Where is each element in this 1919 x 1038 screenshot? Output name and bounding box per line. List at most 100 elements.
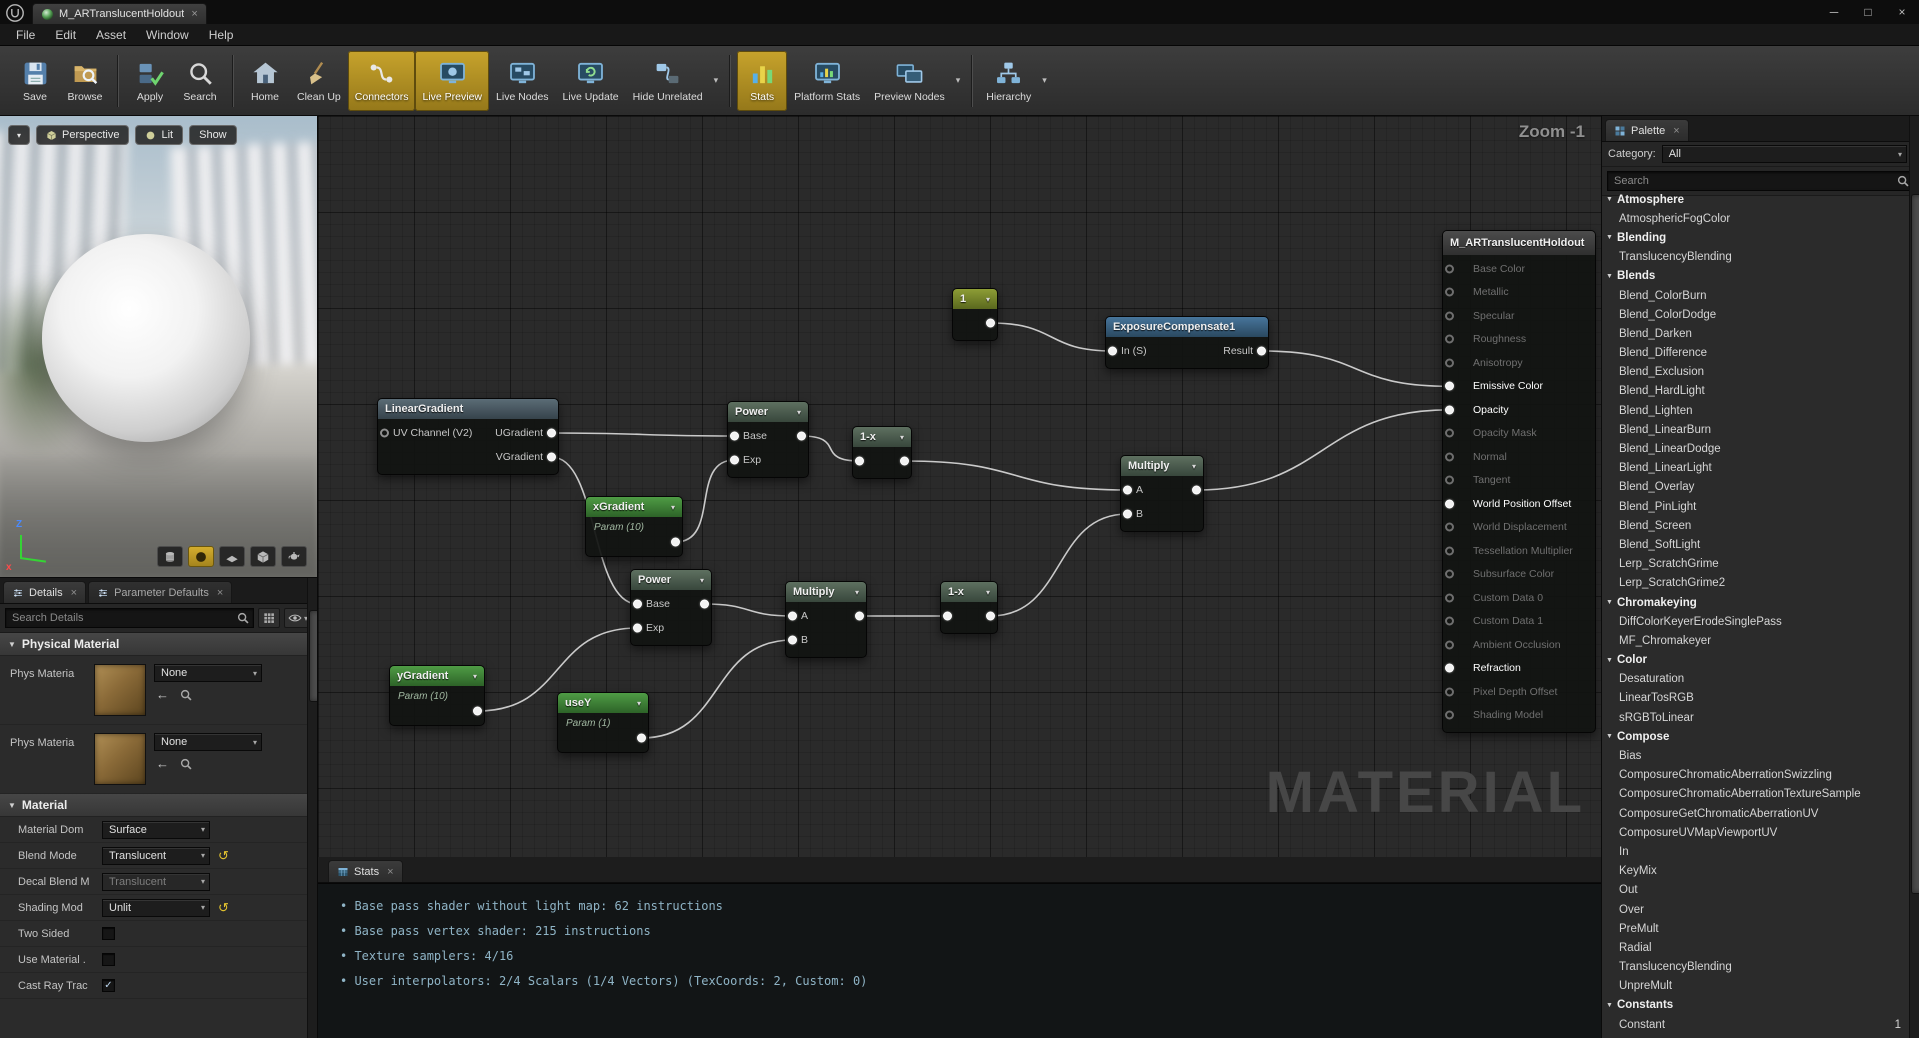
node-caret-icon[interactable]: ▾: [473, 672, 477, 681]
palette-item-blend-colorburn[interactable]: Blend_ColorBurn: [1602, 286, 1909, 305]
input-pin[interactable]: [730, 456, 739, 465]
node-caret-icon[interactable]: ▾: [900, 433, 904, 442]
palette-item-desaturation[interactable]: Desaturation: [1602, 670, 1909, 689]
palette-item-blend-colordodge[interactable]: Blend_ColorDodge: [1602, 305, 1909, 324]
input-pin[interactable]: [788, 636, 797, 645]
palette-item-composurechromaticaberrationswizzling[interactable]: ComposureChromaticAberrationSwizzling: [1602, 766, 1909, 785]
input-pin[interactable]: [1445, 617, 1454, 626]
preview-nodes-button[interactable]: Preview Nodes: [867, 51, 952, 111]
input-pin[interactable]: [730, 432, 739, 441]
output-pin[interactable]: [1192, 486, 1201, 495]
palette-item-mf-chromakeyer[interactable]: MF_Chromakeyer: [1602, 631, 1909, 650]
input-pin[interactable]: [380, 429, 389, 438]
palette-item-composureuvmapviewportuv[interactable]: ComposureUVMapViewportUV: [1602, 823, 1909, 842]
menu-item-asset[interactable]: Asset: [86, 24, 136, 45]
cast-ray-trac-checkbox[interactable]: ✓: [102, 979, 115, 992]
output-pin[interactable]: [1257, 347, 1266, 356]
tab-close-icon[interactable]: ×: [1673, 125, 1679, 137]
details-scrollbar-thumb[interactable]: [309, 610, 318, 702]
live-preview-button[interactable]: Live Preview: [415, 51, 489, 111]
node-caret-icon[interactable]: ▾: [986, 588, 990, 597]
output-pin[interactable]: [637, 734, 646, 743]
input-pin[interactable]: [1445, 664, 1454, 673]
output-pin[interactable]: [797, 432, 806, 441]
two-sided-checkbox[interactable]: [102, 927, 115, 940]
tab-stats[interactable]: Stats ×: [328, 860, 403, 882]
preview-shape-sphere-button[interactable]: [188, 546, 214, 567]
palette-item-blend-darken[interactable]: Blend_Darken: [1602, 324, 1909, 343]
graph-node-ygradient[interactable]: yGradient▾Param (10): [389, 665, 485, 726]
node-caret-icon[interactable]: ▾: [700, 576, 704, 585]
material-thumbnail[interactable]: [94, 733, 146, 785]
tab-details[interactable]: Details ×: [3, 581, 86, 603]
maximize-button[interactable]: □: [1851, 0, 1885, 24]
input-pin[interactable]: [1445, 311, 1454, 320]
input-pin[interactable]: [1445, 264, 1454, 273]
menu-item-file[interactable]: File: [6, 24, 45, 45]
graph-node-usey[interactable]: useY▾Param (1): [557, 692, 649, 753]
palette-section-atmosphere[interactable]: ▼Atmosphere: [1602, 190, 1909, 209]
home-button[interactable]: Home: [240, 51, 290, 111]
tab-close-icon[interactable]: ×: [71, 587, 77, 599]
input-pin[interactable]: [1445, 687, 1454, 696]
graph-node-multiply1[interactable]: Multiply▾AB: [1120, 455, 1204, 532]
preview-nodes-dropdown-caret-icon[interactable]: ▾: [952, 51, 965, 111]
input-pin[interactable]: [1445, 382, 1454, 391]
palette-item-diffcolorkeyererodesinglepass[interactable]: DiffColorKeyerErodeSinglePass: [1602, 612, 1909, 631]
category-select[interactable]: All ▾: [1662, 145, 1907, 163]
palette-item-premult[interactable]: PreMult: [1602, 919, 1909, 938]
palette-item-constant[interactable]: Constant1: [1602, 1015, 1909, 1034]
palette-item-composuregetchromaticaberrationuv[interactable]: ComposureGetChromaticAberrationUV: [1602, 804, 1909, 823]
menu-item-window[interactable]: Window: [136, 24, 199, 45]
input-pin[interactable]: [1445, 570, 1454, 579]
graph-node-oneminus2[interactable]: 1-x▾: [940, 581, 998, 634]
reset-to-default-icon[interactable]: ↺: [218, 900, 229, 916]
decal-blend-m-select[interactable]: Translucent▾: [102, 873, 210, 891]
material-dom-select[interactable]: Surface▾: [102, 821, 210, 839]
input-pin[interactable]: [1123, 486, 1132, 495]
palette-item-composurechromaticaberrationtexturesample[interactable]: ComposureChromaticAberrationTextureSampl…: [1602, 785, 1909, 804]
palette-section-compose[interactable]: ▼Compose: [1602, 727, 1909, 746]
output-pin[interactable]: [986, 319, 995, 328]
palette-item-translucencyblending[interactable]: TranslucencyBlending: [1602, 958, 1909, 977]
input-pin[interactable]: [1445, 335, 1454, 344]
material-graph-canvas[interactable]: Zoom -1 MATERIAL 1▾ExposureCompensate1In…: [318, 116, 1601, 1038]
phys-material-select[interactable]: None▾: [154, 664, 262, 682]
browse-button[interactable]: Browse: [60, 51, 110, 111]
palette-item-keymix[interactable]: KeyMix: [1602, 862, 1909, 881]
input-pin[interactable]: [1445, 711, 1454, 720]
stats-button[interactable]: Stats: [737, 51, 787, 111]
node-caret-icon[interactable]: ▾: [855, 588, 859, 597]
shading-mod-select[interactable]: Unlit▾: [102, 899, 210, 917]
preview-shape-cylinder-button[interactable]: [157, 546, 183, 567]
input-pin[interactable]: [1445, 429, 1454, 438]
preview-viewport[interactable]: ▾ Perspective Lit Show Z x: [0, 116, 318, 577]
palette-section-blending[interactable]: ▼Blending: [1602, 228, 1909, 247]
menu-item-edit[interactable]: Edit: [45, 24, 86, 45]
palette-item-atmosphericfogcolor[interactable]: AtmosphericFogColor: [1602, 209, 1909, 228]
blend-mode-select[interactable]: Translucent▾: [102, 847, 210, 865]
hierarchy-dropdown-caret-icon[interactable]: ▾: [1038, 51, 1051, 111]
palette-scrollbar-thumb[interactable]: [1911, 194, 1919, 894]
menu-item-help[interactable]: Help: [199, 24, 244, 45]
input-pin[interactable]: [1445, 358, 1454, 367]
palette-item-blend-lighten[interactable]: Blend_Lighten: [1602, 401, 1909, 420]
lit-button[interactable]: Lit: [135, 125, 183, 145]
output-pin[interactable]: [700, 600, 709, 609]
palette-item-blend-lineardodge[interactable]: Blend_LinearDodge: [1602, 439, 1909, 458]
palette-item-lineartosrgb[interactable]: LinearTosRGB: [1602, 689, 1909, 708]
preview-shape-plane-button[interactable]: [219, 546, 245, 567]
use-material-checkbox[interactable]: [102, 953, 115, 966]
palette-item-blend-linearlight[interactable]: Blend_LinearLight: [1602, 459, 1909, 478]
hide-unrelated-button[interactable]: Hide Unrelated: [626, 51, 710, 111]
input-pin[interactable]: [855, 457, 864, 466]
palette-item-radial[interactable]: Radial: [1602, 938, 1909, 957]
section-material[interactable]: ▼ Material: [0, 794, 317, 817]
input-pin[interactable]: [943, 612, 952, 621]
hierarchy-button[interactable]: Hierarchy: [979, 51, 1038, 111]
palette-item-constant2vector[interactable]: Constant2Vector2: [1602, 1034, 1909, 1038]
perspective-button[interactable]: Perspective: [36, 125, 129, 145]
palette-item-lerp-scratchgrime[interactable]: Lerp_ScratchGrime: [1602, 555, 1909, 574]
palette-section-constants[interactable]: ▼Constants: [1602, 996, 1909, 1015]
input-pin[interactable]: [1445, 452, 1454, 461]
